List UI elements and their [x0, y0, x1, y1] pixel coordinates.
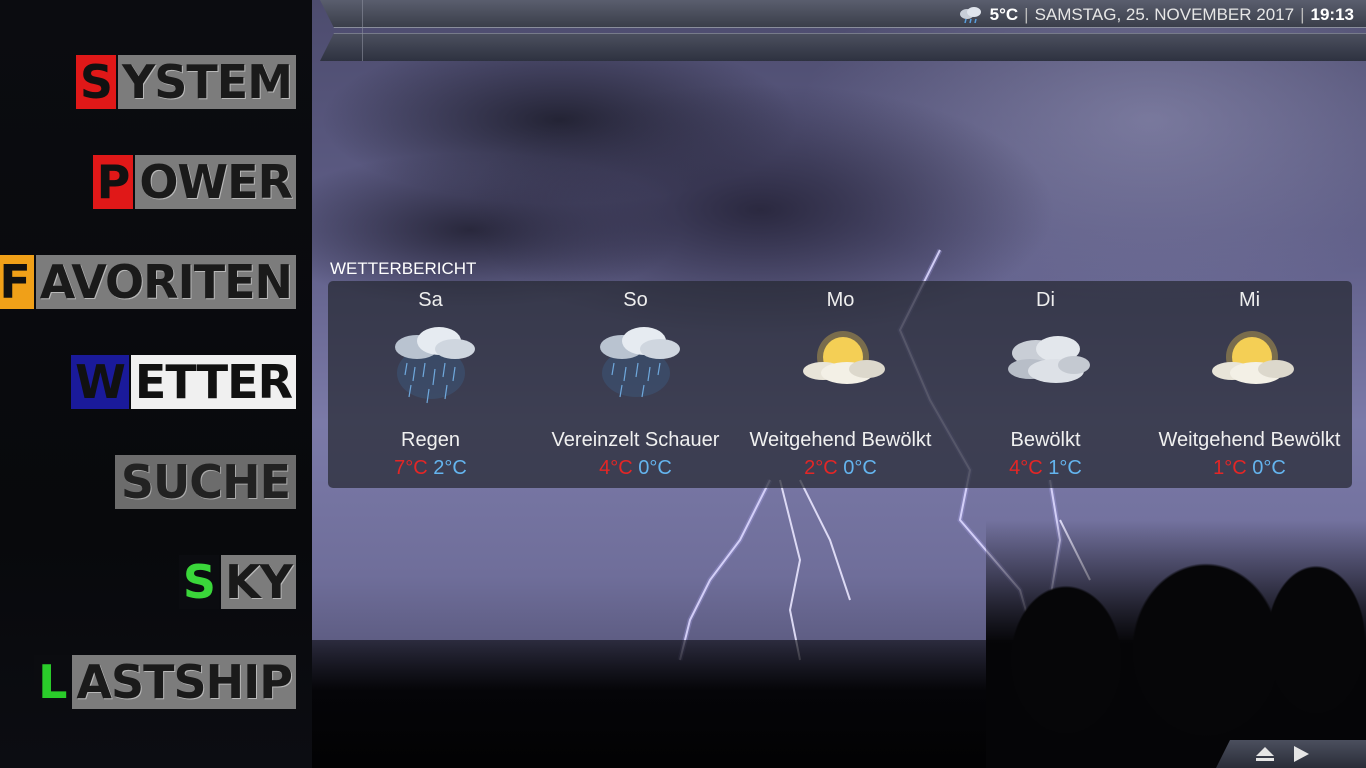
menu-item-label: YSTEM: [117, 55, 296, 109]
forecast-high: 7°C: [394, 457, 428, 479]
menu-item-sky[interactable]: S KY: [178, 550, 296, 614]
forecast-day[interactable]: So Vereinzelt Schauer 4°C 0°C: [533, 281, 738, 488]
menu-item-label: AVORITEN: [35, 255, 296, 309]
menu-item-initial: L: [34, 655, 71, 709]
rain-cloud-icon: [394, 327, 475, 404]
forecast-day[interactable]: Sa Regen 7°C 2°C: [328, 281, 533, 488]
forecast-day-name: Mo: [826, 289, 855, 311]
menu-item-wetter[interactable]: W ETTER: [71, 350, 296, 414]
top-bar-lower: [320, 33, 1366, 61]
forecast-temperatures: 1°C 0°C: [1147, 457, 1352, 480]
menu-item-suche[interactable]: SUCHE: [114, 450, 296, 514]
forecast-day[interactable]: Mi Weitgehend Bewölkt 1°C 0°C: [1147, 281, 1352, 488]
forecast-day-name: Di: [1036, 289, 1055, 311]
current-temperature: 5°C: [989, 5, 1019, 24]
forecast-condition: Regen: [401, 429, 460, 451]
cloudy-icon: [1007, 336, 1090, 383]
partly-cloudy-icon: [802, 331, 885, 384]
forecast-low: 0°C: [638, 457, 672, 479]
rain-cloud-icon: [959, 7, 981, 24]
forecast-condition: Weitgehend Bewölkt: [1158, 429, 1341, 451]
menu-item-initial: S: [178, 555, 220, 609]
menu-item-favoriten[interactable]: F AVORITEN: [0, 250, 296, 314]
forecast-condition: Bewölkt: [1010, 429, 1081, 451]
status-separator: |: [1300, 5, 1305, 24]
eject-icon[interactable]: [1254, 745, 1276, 763]
forecast-day[interactable]: Di Bewölkt 4°C 1°C: [943, 281, 1148, 488]
main-menu-sidebar: S YSTEM P OWER F AVORITEN W ETTER SUCHE S KY …: [0, 0, 312, 768]
showers-cloud-icon: [599, 327, 680, 398]
forecast-temperatures: 7°C 2°C: [328, 457, 533, 480]
forecast-high: 4°C: [599, 457, 633, 479]
menu-item-lastship[interactable]: L ASTSHIP: [34, 650, 296, 714]
menu-item-system[interactable]: S YSTEM: [75, 50, 296, 114]
top-bar-divider: [362, 0, 363, 61]
forecast-condition: Weitgehend Bewölkt: [749, 429, 932, 451]
forecast-high: 4°C: [1009, 457, 1043, 479]
menu-item-initial: S: [75, 55, 116, 109]
forecast-condition: Vereinzelt Schauer: [551, 429, 720, 451]
status-separator: |: [1024, 5, 1029, 24]
play-icon[interactable]: [1290, 745, 1312, 763]
forecast-low: 2°C: [433, 457, 467, 479]
forecast-day-name: Mi: [1238, 289, 1261, 311]
menu-item-label: OWER: [135, 155, 296, 209]
menu-item-label: ASTSHIP: [72, 655, 296, 709]
forecast-high: 1°C: [1213, 457, 1247, 479]
forecast-day-name: Sa: [418, 289, 443, 311]
menu-item-label: SUCHE: [114, 455, 296, 509]
menu-item-label: KY: [221, 555, 296, 609]
forecast-temperatures: 4°C 1°C: [943, 457, 1148, 480]
forecast-day-name: So: [623, 289, 648, 311]
menu-item-power[interactable]: P OWER: [92, 150, 296, 214]
weather-section-title: WETTERBERICHT: [330, 259, 477, 278]
menu-item-label: ETTER: [130, 355, 296, 409]
weather-forecast-panel: Sa Regen 7°C 2°C So Vereinzelt Schauer 4…: [328, 281, 1352, 488]
menu-item-initial: F: [0, 255, 34, 309]
current-time: 19:13: [1310, 5, 1354, 24]
forecast-low: 0°C: [1252, 457, 1286, 479]
status-line: 5°C | SAMSTAG, 25. NOVEMBER 2017 | 19:13: [958, 5, 1354, 25]
forecast-temperatures: 2°C 0°C: [738, 457, 943, 480]
forecast-temperatures: 4°C 0°C: [533, 457, 738, 480]
forecast-low: 0°C: [843, 457, 877, 479]
forecast-day[interactable]: Mo Weitgehend Bewölkt 2°C 0°C: [738, 281, 943, 488]
menu-item-initial: W: [71, 355, 129, 409]
forecast-high: 2°C: [804, 457, 838, 479]
menu-item-initial: P: [92, 155, 134, 209]
forecast-low: 1°C: [1048, 457, 1082, 479]
current-date: SAMSTAG, 25. NOVEMBER 2017: [1034, 5, 1295, 24]
partly-cloudy-icon: [1211, 331, 1294, 384]
trees-silhouette: [986, 520, 1366, 768]
